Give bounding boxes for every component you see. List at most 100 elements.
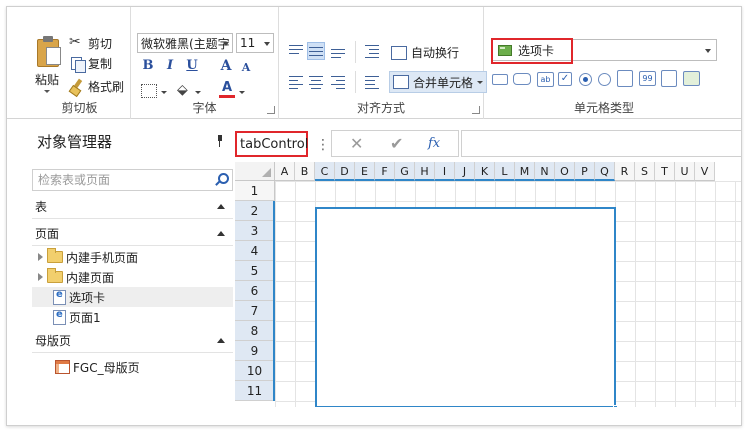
textbox-celltype-icon[interactable] (492, 74, 508, 85)
row-header[interactable]: 1 (235, 181, 275, 201)
font-dialog-launcher-icon[interactable] (267, 106, 275, 114)
collapse-icon[interactable] (217, 204, 225, 209)
row-header[interactable]: 5 (235, 261, 275, 281)
column-header[interactable]: O (555, 162, 575, 181)
border-dropdown-icon[interactable] (161, 91, 167, 94)
row-header[interactable]: 6 (235, 281, 275, 301)
paste-button[interactable]: 粘贴 (35, 71, 59, 88)
radio-celltype-icon[interactable] (579, 73, 592, 86)
underline-button[interactable]: U (183, 57, 201, 75)
font-color-button[interactable]: A (219, 80, 235, 98)
tab-control-selection[interactable] (315, 207, 618, 407)
tree-item-builtin-pages[interactable]: 内建页面 (32, 267, 233, 287)
tree-item-page1[interactable]: 页面1 (32, 307, 233, 327)
radio-group-celltype-icon[interactable] (598, 73, 611, 86)
copy-button[interactable]: 复制 (69, 55, 112, 73)
column-header[interactable]: L (495, 162, 515, 181)
column-header[interactable]: S (635, 162, 655, 181)
merge-cells-button[interactable]: 合并单元格 (389, 71, 488, 93)
font-name-select[interactable]: 微软雅黑(主题字 (137, 33, 233, 53)
border-button[interactable] (141, 84, 157, 98)
button-celltype-icon[interactable] (513, 73, 531, 85)
column-header[interactable]: V (695, 162, 715, 181)
column-header[interactable]: A (275, 162, 295, 181)
column-header[interactable]: E (355, 162, 375, 181)
column-header[interactable]: R (615, 162, 635, 181)
object-search-field[interactable] (32, 169, 233, 191)
paste-dropdown-icon[interactable] (44, 90, 50, 93)
align-center-icon[interactable] (307, 73, 325, 91)
row-header[interactable]: 3 (235, 221, 275, 241)
row-header[interactable]: 8 (235, 321, 275, 341)
column-header[interactable]: N (535, 162, 555, 181)
column-header[interactable]: J (455, 162, 475, 181)
search-icon[interactable] (214, 173, 229, 187)
row-header[interactable]: 7 (235, 301, 275, 321)
list-celltype-icon[interactable] (617, 70, 633, 87)
column-header[interactable]: U (675, 162, 695, 181)
align-left-icon[interactable] (287, 73, 305, 91)
section-pages[interactable]: 页面 (32, 222, 233, 246)
tree-item-mobile-pages[interactable]: 内建手机页面 (32, 247, 233, 267)
expand-arrow-icon[interactable] (38, 273, 43, 281)
column-header[interactable]: B (295, 162, 315, 181)
font-size-select[interactable]: 11 (236, 33, 274, 53)
column-header[interactable]: F (375, 162, 395, 181)
row-header[interactable]: 10 (235, 361, 275, 381)
number-celltype-icon[interactable]: 99 (639, 71, 656, 86)
label-celltype-icon[interactable]: ab (537, 72, 554, 87)
shrink-font-button[interactable]: A (237, 59, 255, 77)
column-header[interactable]: C (315, 162, 335, 181)
format-painter-button[interactable]: 格式刷 (69, 78, 124, 95)
column-header[interactable]: Q (595, 162, 615, 181)
align-right-icon[interactable] (329, 73, 347, 91)
alignment-dialog-launcher-icon[interactable] (472, 106, 480, 114)
column-header[interactable]: K (475, 162, 495, 181)
align-middle-icon[interactable] (307, 42, 325, 60)
formula-bar-grip-icon[interactable]: ⋮ (316, 137, 330, 153)
align-bottom-icon[interactable] (329, 42, 347, 60)
row-header[interactable]: 2 (235, 201, 275, 221)
checkbox-celltype-icon[interactable]: ✓ (558, 72, 572, 86)
bold-button[interactable]: B (139, 57, 157, 75)
column-header[interactable]: I (435, 162, 455, 181)
row-header[interactable]: 9 (235, 341, 275, 361)
pin-icon[interactable] (216, 135, 224, 147)
cut-button[interactable]: 剪切 (69, 34, 112, 52)
tree-item-master-page[interactable]: FGC_母版页 (32, 357, 233, 377)
column-header[interactable]: G (395, 162, 415, 181)
image-celltype-icon[interactable] (683, 71, 700, 86)
cancel-icon[interactable]: ✕ (350, 134, 363, 153)
indent-icon[interactable] (363, 42, 381, 60)
font-color-dropdown-icon[interactable] (239, 91, 245, 94)
expand-arrow-icon[interactable] (38, 253, 43, 261)
wrap-text-button[interactable]: 自动换行 (391, 44, 459, 61)
column-header[interactable]: M (515, 162, 535, 181)
resize-handle[interactable] (613, 405, 618, 407)
section-tables[interactable]: 表 (32, 195, 233, 219)
grow-font-button[interactable]: A (217, 57, 235, 75)
name-box[interactable]: tabControl (235, 131, 308, 157)
collapse-icon[interactable] (217, 231, 225, 236)
align-top-icon[interactable] (287, 42, 305, 60)
tree-item-tab-page[interactable]: 选项卡 (32, 287, 233, 307)
column-header[interactable]: D (335, 162, 355, 181)
paste-icon[interactable] (35, 35, 63, 69)
row-header[interactable]: 11 (235, 381, 275, 401)
section-master-pages[interactable]: 母版页 (32, 329, 233, 353)
spreadsheet-grid[interactable]: ABCDEFGHIJKLMNOPQRSTUV 1 2 3 4 5 6 7 8 9 10 11 (235, 162, 741, 407)
column-header[interactable]: P (575, 162, 595, 181)
select-all-corner[interactable] (235, 162, 275, 181)
outdent-icon[interactable] (363, 73, 381, 91)
italic-button[interactable]: I (161, 57, 179, 75)
fill-color-icon[interactable]: ⬙ (177, 82, 188, 98)
column-header[interactable]: H (415, 162, 435, 181)
insert-function-icon[interactable]: fx (428, 136, 440, 151)
object-search-input[interactable] (38, 173, 208, 187)
column-header[interactable]: T (655, 162, 675, 181)
row-header[interactable]: 4 (235, 241, 275, 261)
table-celltype-icon[interactable] (661, 70, 677, 87)
collapse-icon[interactable] (217, 338, 225, 343)
formula-input[interactable] (461, 130, 741, 157)
confirm-icon[interactable]: ✔ (390, 134, 403, 153)
